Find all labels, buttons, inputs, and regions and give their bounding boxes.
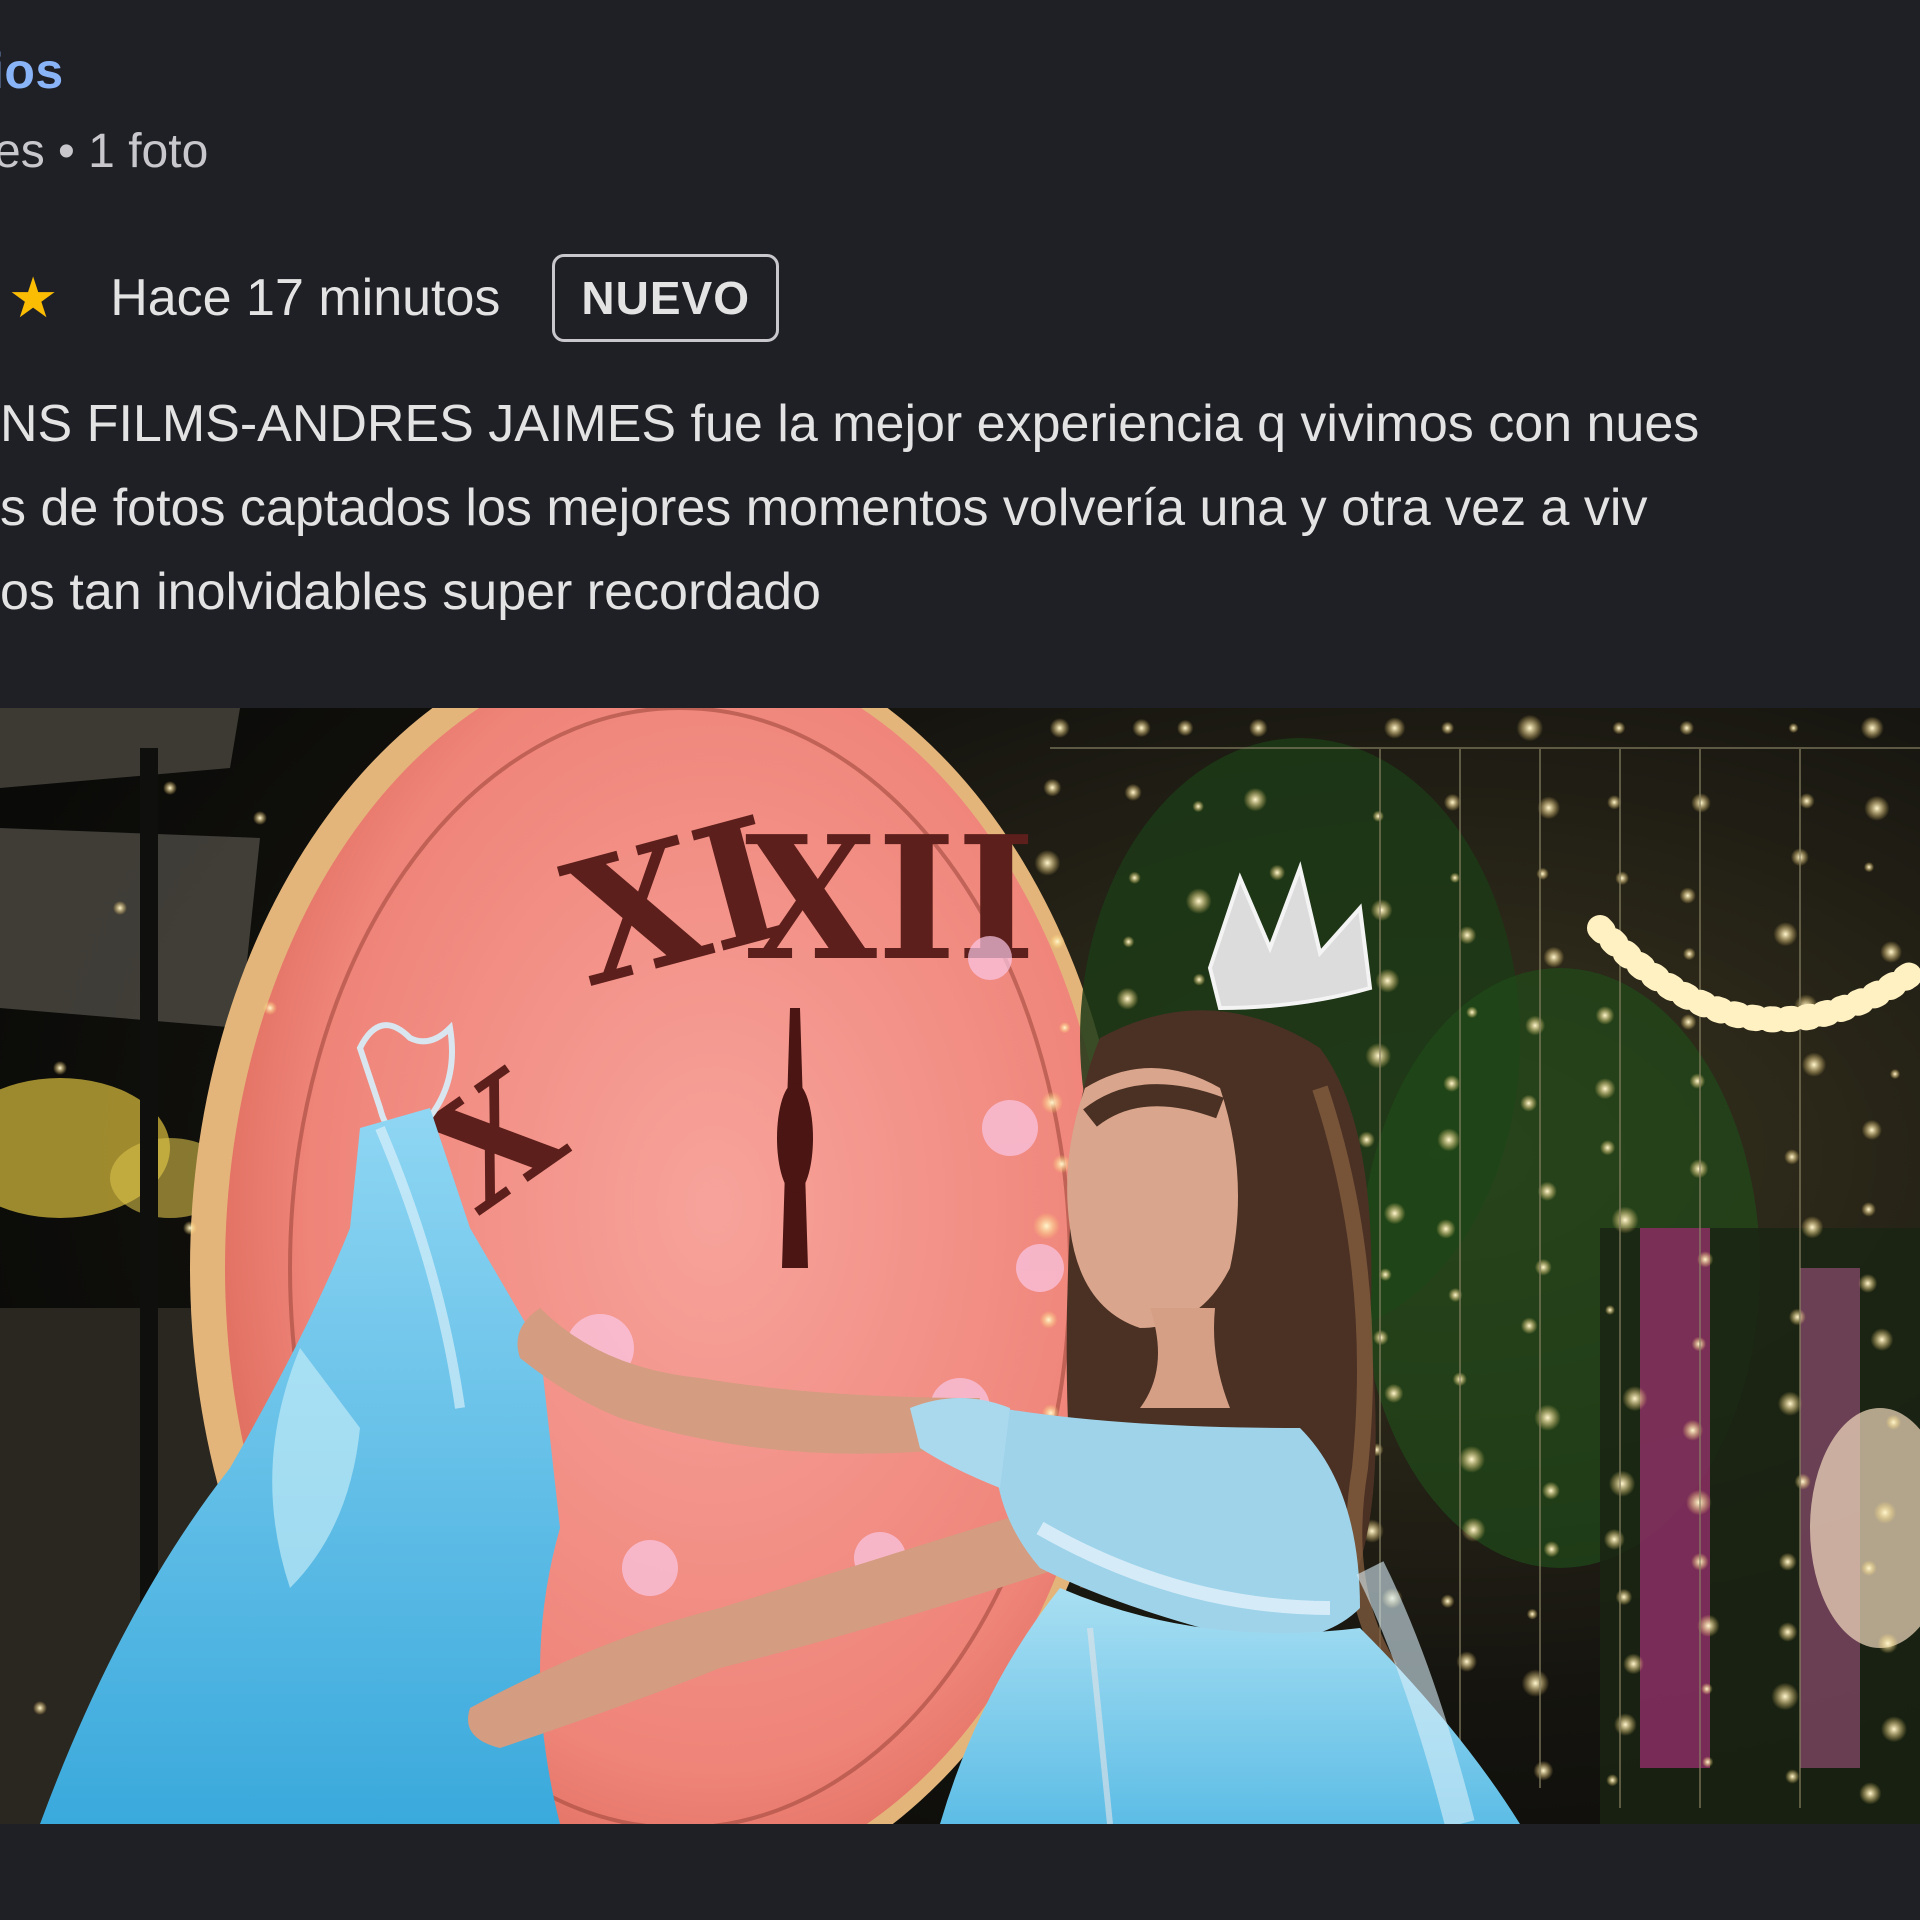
star-icon: ★ xyxy=(8,266,59,329)
rating-row: ★ Hace 17 minutos NUEVO xyxy=(0,248,779,348)
new-badge: NUEVO xyxy=(552,254,779,342)
review-text-line: os tan inolvidables super recordado xyxy=(0,563,821,621)
review-text-line: NS FILMS-ANDRES JAIMES fue la mejor expe… xyxy=(0,395,1700,453)
reviewer-name-link[interactable]: ios xyxy=(0,42,64,100)
review-photo[interactable]: XI XII X xyxy=(0,708,1920,1824)
review-text-line: s de fotos captados los mejores momentos… xyxy=(0,479,1648,537)
reviewer-meta: es • 1 foto xyxy=(0,125,209,178)
review-card: ios es • 1 foto ★ Hace 17 minutos NUEVO … xyxy=(0,0,1920,1920)
review-photo-image: XI XII X xyxy=(0,708,1920,1824)
review-text: NS FILMS-ANDRES JAIMES fue la mejor expe… xyxy=(0,382,1920,634)
review-time: Hace 17 minutos xyxy=(110,269,501,327)
